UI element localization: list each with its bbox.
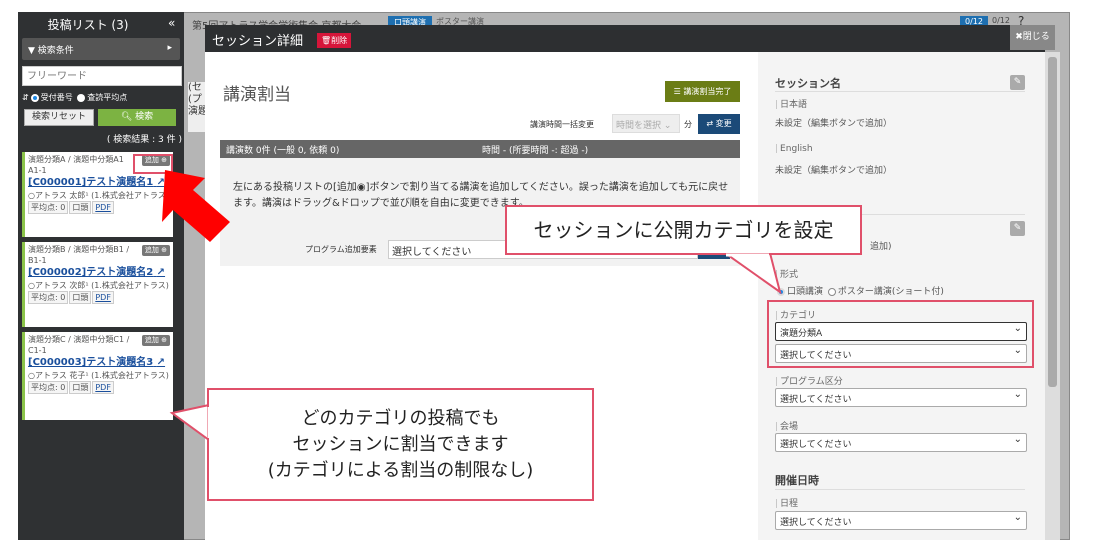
ja-value: 未設定（編集ボタンで追加）: [775, 119, 893, 129]
callout-line: セッションに割当できます: [292, 434, 509, 455]
collapse-icon[interactable]: «: [168, 16, 175, 30]
close-icon: ✖: [1015, 32, 1023, 42]
talk-count: 講演数 0件 (一般 0, 依頼 0): [226, 146, 340, 156]
swap-icon: ⇄: [706, 119, 716, 128]
submission-sidebar: 投稿リスト (3) « ▼ 検索条件 ▸ ⇵ 受付番号 査読平均点 検索リセット 🔍…: [18, 12, 184, 540]
external-link-icon: ↗: [156, 177, 166, 188]
category-highlight: [767, 300, 1034, 368]
submission-card[interactable]: 演題分類B / 演題中分類B1 / B1-1 [C000002]テスト演題名2 …: [22, 242, 173, 327]
venue-label: 会場: [775, 419, 798, 432]
callout-top: セッションに公開カテゴリを設定: [505, 205, 862, 255]
time-summary: 時間 - (所要時間 -: 超過 -): [482, 146, 589, 156]
bulk-time-label: 講演時間一括変更: [530, 120, 594, 129]
card-title-link[interactable]: [C000002]テスト演題名2 ↗: [28, 266, 170, 280]
reset-button[interactable]: 検索リセット: [24, 109, 94, 126]
card-author: ○アトラス 花子¹ (1.株式会社アトラス): [28, 371, 169, 380]
count-badge-2: 0/12: [992, 16, 1010, 25]
venue-select[interactable]: 選択してください: [775, 433, 1027, 452]
modal-title: セッション詳細: [212, 34, 304, 49]
program-type-label: プログラム区分: [775, 374, 843, 387]
filter-icon: ▼: [28, 46, 38, 56]
freeword-input[interactable]: [22, 66, 182, 86]
callout-line: (カテゴリによる割当の制限なし): [267, 460, 534, 481]
date-select[interactable]: 選択してください: [775, 511, 1027, 530]
result-count: ( 検索結果 : 3 件 ): [106, 135, 182, 145]
card-score: 平均点: 0: [28, 291, 69, 304]
assign-heading: 講演割当: [223, 85, 291, 105]
sidebar-title: 投稿リスト (3): [47, 18, 129, 32]
sort-radio-score[interactable]: [77, 93, 86, 102]
format-options: 口頭講演 ポスター講演(ショート付): [775, 284, 944, 297]
program-type-select[interactable]: 選択してください: [775, 388, 1027, 407]
callout-line: どのカテゴリの投稿でも: [301, 408, 500, 429]
en-label: English: [775, 144, 813, 154]
card-type: 口頭: [69, 381, 92, 394]
section2-value: 追加): [870, 242, 892, 252]
card-title-link[interactable]: [C000003]テスト演題名3 ↗: [28, 356, 170, 370]
submission-card[interactable]: 演題分類C / 演題中分類C1 / C1-1 [C000003]テスト演題名3 …: [22, 332, 173, 420]
bulk-time-select[interactable]: 時間を選択 ⌄: [612, 114, 680, 133]
external-link-icon: ↗: [156, 357, 166, 368]
chevron-right-icon: ▸: [167, 43, 172, 53]
trash-icon: 🗑︎: [321, 36, 332, 45]
add-button[interactable]: 追加 ⊕: [141, 245, 170, 256]
pdf-link[interactable]: PDF: [92, 291, 114, 304]
external-link-icon: ↗: [156, 267, 166, 278]
search-icon: 🔍︎: [120, 112, 136, 122]
search-button[interactable]: 🔍︎ 検索: [98, 109, 176, 126]
pdf-link[interactable]: PDF: [92, 381, 114, 394]
card-score: 平均点: 0: [28, 381, 69, 394]
card-subcategory: B1-1: [28, 256, 47, 265]
filter-toggle[interactable]: ▼ 検索条件 ▸: [22, 38, 180, 60]
sort-options: ⇵ 受付番号 査読平均点: [22, 92, 127, 103]
assign-summary-bar: 講演数 0件 (一般 0, 依頼 0) 時間 - (所要時間 -: 超過 -): [220, 140, 740, 158]
list-icon: ☰: [673, 87, 684, 96]
minutes-label: 分: [684, 120, 692, 129]
card-type: 口頭: [69, 291, 92, 304]
format-radio-oral[interactable]: [777, 287, 785, 296]
filter-label: 検索条件: [37, 46, 74, 56]
card-type: 口頭: [69, 201, 92, 214]
card-title-link[interactable]: [C000001]テスト演題名1 ↗: [28, 176, 170, 190]
program-element-label: プログラム追加要素: [305, 245, 377, 254]
add-button-highlight: [133, 154, 173, 174]
sort-label-score: 査読平均点: [87, 93, 128, 102]
sort-radio-number[interactable]: [30, 93, 39, 102]
delete-button[interactable]: 🗑︎削除: [317, 33, 352, 48]
date-label: 日程: [775, 496, 798, 509]
change-button[interactable]: ⇄ 変更: [698, 114, 740, 134]
sort-icon: ⇵: [22, 93, 29, 102]
add-button[interactable]: 追加 ⊕: [141, 335, 170, 346]
format-radio-poster[interactable]: [827, 287, 836, 296]
close-button[interactable]: ✖閉じる: [1010, 25, 1055, 50]
format-label: 形式: [775, 267, 798, 280]
card-author: ○アトラス 太郎¹ (1.株式会社アトラス): [28, 191, 169, 200]
callout-bottom: どのカテゴリの投稿でも セッションに割当できます (カテゴリによる割当の制限なし…: [207, 388, 594, 501]
assign-done-button[interactable]: ☰ 講演割当完了: [665, 81, 740, 102]
ja-label: 日本語: [775, 97, 807, 110]
sort-label-number: 受付番号: [40, 93, 73, 102]
pdf-link[interactable]: PDF: [92, 201, 114, 214]
card-subcategory: C1-1: [28, 346, 47, 355]
card-score: 平均点: 0: [28, 201, 69, 214]
search-label: 検索: [135, 112, 154, 122]
edit-icon-2[interactable]: ✎: [1010, 221, 1025, 236]
datetime-heading: 開催日時: [775, 474, 819, 487]
edit-icon[interactable]: ✎: [1010, 75, 1025, 90]
scrollbar[interactable]: [1045, 52, 1060, 540]
session-name-heading: セッション名: [775, 77, 841, 90]
en-value: 未設定（編集ボタンで追加）: [775, 166, 893, 176]
card-author: ○アトラス 次郎¹ (1.株式会社アトラス): [28, 281, 169, 290]
